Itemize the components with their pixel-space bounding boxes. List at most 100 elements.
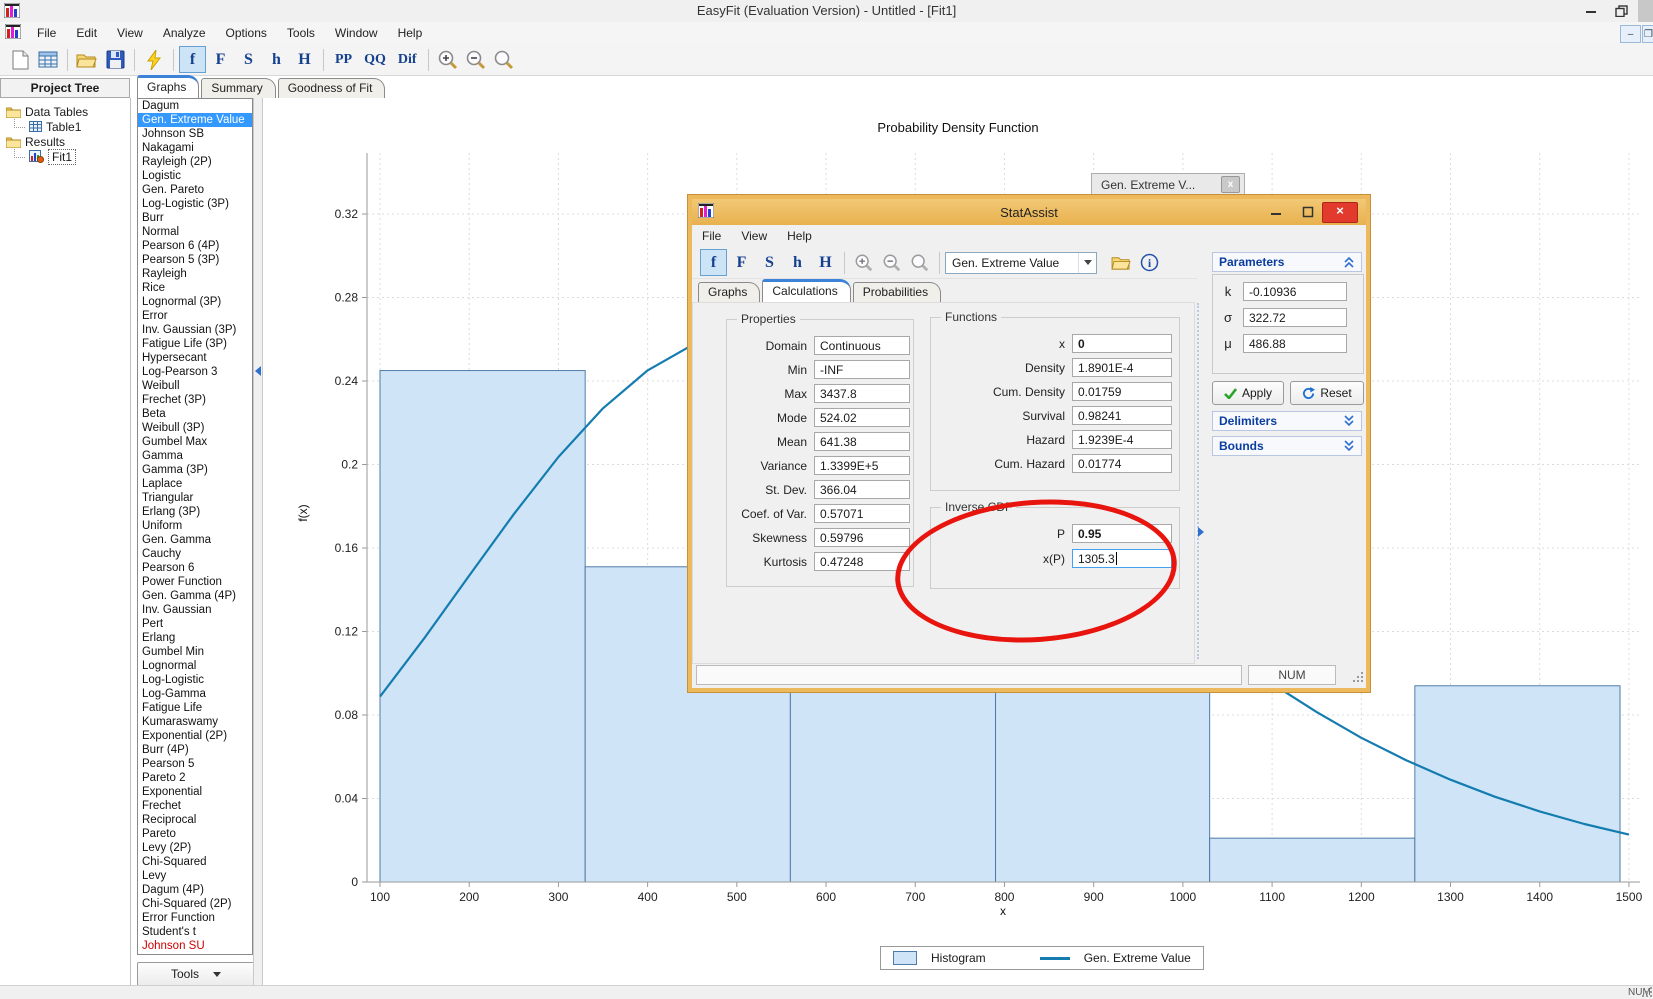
function-button-H[interactable]: H	[812, 249, 839, 276]
field-value[interactable]: 641.38	[814, 432, 910, 451]
distribution-item[interactable]: Weibull	[138, 379, 252, 393]
dialog-splitter[interactable]	[1197, 303, 1199, 659]
chevron-double-down-icon[interactable]	[1343, 415, 1355, 427]
distribution-item[interactable]: Rayleigh (2P)	[138, 155, 252, 169]
distribution-item[interactable]: Inv. Gaussian	[138, 603, 252, 617]
new-document-icon[interactable]	[6, 46, 34, 74]
distribution-item[interactable]: Pareto 2	[138, 771, 252, 785]
distribution-item[interactable]: Pearson 5 (3P)	[138, 253, 252, 267]
distribution-item[interactable]: Chi-Squared	[138, 855, 252, 869]
window-resize-grip[interactable]	[1641, 986, 1653, 998]
distribution-item[interactable]: Gen. Gamma	[138, 533, 252, 547]
distribution-item[interactable]: Gen. Pareto	[138, 183, 252, 197]
save-icon[interactable]	[101, 46, 129, 74]
distribution-item[interactable]: Levy	[138, 869, 252, 883]
menu-item-help[interactable]: Help	[388, 23, 433, 43]
distribution-item[interactable]: Rayleigh	[138, 267, 252, 281]
distribution-item[interactable]: Error Function	[138, 911, 252, 925]
menu-item-window[interactable]: Window	[325, 23, 388, 43]
tab-close-icon[interactable]: x	[1221, 176, 1240, 193]
dialog-tab-calculations[interactable]: Calculations	[762, 279, 850, 302]
mdi-minimize-icon[interactable]: –	[1620, 25, 1641, 43]
collapse-right-icon[interactable]	[1198, 527, 1204, 537]
function-button-S[interactable]: S	[756, 249, 783, 276]
function-button-F[interactable]: F	[207, 46, 234, 73]
tree-item-fit1[interactable]: Fit1	[6, 149, 130, 164]
zoom-default-icon[interactable]	[490, 46, 518, 74]
parameter-value[interactable]: 322.72	[1243, 308, 1347, 327]
parameter-value[interactable]: -0.10936	[1243, 282, 1347, 301]
distribution-item[interactable]: Pert	[138, 617, 252, 631]
dialog-minimize-icon[interactable]	[1270, 206, 1282, 218]
open-file-icon[interactable]	[73, 46, 101, 74]
mdi-restore-icon[interactable]: ❐	[1642, 25, 1653, 43]
field-value[interactable]: Continuous	[814, 336, 910, 355]
fit-distributions-icon[interactable]	[140, 46, 168, 74]
dialog-tab-probabilities[interactable]: Probabilities	[853, 282, 941, 302]
distribution-item[interactable]: Reciprocal	[138, 813, 252, 827]
distribution-item[interactable]: Normal	[138, 225, 252, 239]
close-icon[interactable]	[1638, 0, 1653, 22]
distribution-item[interactable]: Frechet (3P)	[138, 393, 252, 407]
field-value[interactable]: 524.02	[814, 408, 910, 427]
distribution-item[interactable]: Gamma (3P)	[138, 463, 252, 477]
distribution-item[interactable]: Erlang	[138, 631, 252, 645]
distribution-item[interactable]: Pearson 6 (4P)	[138, 239, 252, 253]
zoom-default-icon[interactable]	[906, 249, 934, 277]
distribution-item[interactable]: Nakagami	[138, 141, 252, 155]
distribution-item[interactable]: Rice	[138, 281, 252, 295]
field-value[interactable]: 3437.8	[814, 384, 910, 403]
distribution-item[interactable]: Inv. Gaussian (3P)	[138, 323, 252, 337]
distribution-item[interactable]: Burr (4P)	[138, 743, 252, 757]
distribution-item[interactable]: Uniform	[138, 519, 252, 533]
dialog-menu-item-view[interactable]: View	[731, 226, 777, 246]
distribution-item[interactable]: Kumaraswamy	[138, 715, 252, 729]
tree-item-results[interactable]: Results	[6, 134, 130, 149]
distribution-item[interactable]: Johnson SU	[138, 939, 252, 953]
chevron-double-up-icon[interactable]	[1343, 256, 1355, 268]
distribution-item[interactable]: Cauchy	[138, 547, 252, 561]
field-value[interactable]: 0.57071	[814, 504, 910, 523]
distribution-item[interactable]: Exponential (2P)	[138, 729, 252, 743]
field-value[interactable]: 0.01774	[1072, 454, 1172, 473]
distribution-item[interactable]: Gamma	[138, 449, 252, 463]
distribution-item[interactable]: Error	[138, 309, 252, 323]
distribution-item[interactable]: Gumbel Min	[138, 645, 252, 659]
dialog-tab-graphs[interactable]: Graphs	[698, 282, 760, 302]
plot-button-qq[interactable]: QQ	[358, 47, 392, 72]
plot-button-pp[interactable]: PP	[329, 47, 358, 72]
minimize-icon[interactable]	[1578, 3, 1604, 19]
field-value[interactable]: 1.3399E+5	[814, 456, 910, 475]
dialog-close-icon[interactable]: ×	[1322, 202, 1358, 223]
field-value[interactable]: 0	[1072, 334, 1172, 353]
chevron-double-down-icon[interactable]	[1343, 440, 1355, 452]
distribution-item[interactable]: Log-Logistic (3P)	[138, 197, 252, 211]
distribution-item[interactable]: Weibull (3P)	[138, 421, 252, 435]
restore-icon[interactable]	[1608, 3, 1634, 19]
distribution-item[interactable]: Log-Logistic	[138, 673, 252, 687]
tab-graphs[interactable]: Graphs	[137, 75, 199, 98]
zoom-in-icon[interactable]	[434, 46, 462, 74]
field-value[interactable]: -INF	[814, 360, 910, 379]
function-button-h[interactable]: h	[263, 46, 290, 73]
distribution-item[interactable]: Frechet	[138, 799, 252, 813]
resize-grip[interactable]	[1352, 671, 1364, 683]
distribution-item[interactable]: Gumbel Max	[138, 435, 252, 449]
distribution-item[interactable]: Levy (2P)	[138, 841, 252, 855]
field-value[interactable]: 0.59796	[814, 528, 910, 547]
bounds-header[interactable]: Bounds	[1212, 436, 1362, 456]
zoom-out-icon[interactable]	[462, 46, 490, 74]
menu-item-analyze[interactable]: Analyze	[153, 23, 216, 43]
tree-item-table1[interactable]: Table1	[6, 119, 130, 134]
plot-button-dif[interactable]: Dif	[392, 47, 423, 72]
dialog-maximize-icon[interactable]	[1302, 206, 1314, 218]
function-button-S[interactable]: S	[235, 46, 262, 73]
distribution-item[interactable]: Beta	[138, 407, 252, 421]
zoom-in-icon[interactable]	[850, 249, 878, 277]
distribution-item[interactable]: Lognormal (3P)	[138, 295, 252, 309]
distribution-item[interactable]: Burr	[138, 211, 252, 225]
function-button-f[interactable]: f	[700, 249, 727, 276]
distribution-item[interactable]: Exponential	[138, 785, 252, 799]
distribution-item[interactable]: Dagum	[138, 99, 252, 113]
field-value[interactable]: 1.8901E-4	[1072, 358, 1172, 377]
